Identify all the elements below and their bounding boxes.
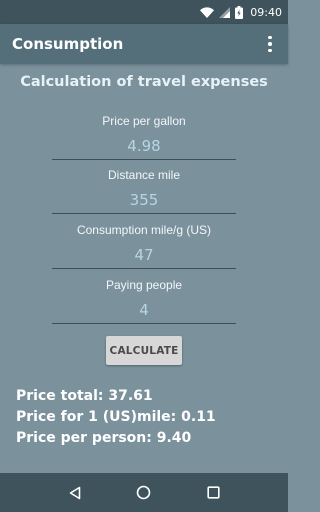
consumption-field: Consumption mile/g (US) <box>52 223 236 269</box>
price-per-person-text: Price per person: 9.40 <box>16 430 192 446</box>
menu-dot <box>268 35 272 40</box>
back-icon[interactable] <box>61 479 89 507</box>
app-title: Consumption <box>12 35 124 53</box>
navigation-bar <box>0 473 288 512</box>
price-per-mile-text: Price for 1 (US)mile: 0.11 <box>16 409 216 425</box>
main-content: Calculation of travel expenses Price per… <box>0 64 288 473</box>
price-total-text: Price total: 37.61 <box>16 388 153 404</box>
menu-dot <box>268 42 272 46</box>
price-per-gallon-label: Price per gallon <box>102 114 186 128</box>
wifi-icon <box>200 6 215 18</box>
distance-input[interactable] <box>52 189 236 214</box>
paying-people-label: Paying people <box>105 278 183 292</box>
app-bar: Consumption <box>0 24 288 64</box>
battery-icon <box>235 5 244 19</box>
status-bar: 09:40 <box>0 0 288 24</box>
paying-people-field: Paying people <box>52 278 236 324</box>
distance-label: Distance mile <box>107 168 181 182</box>
results-panel: Price total: 37.61 Price for 1 (US)mile:… <box>16 386 276 449</box>
status-time: 09:40 <box>250 5 282 19</box>
home-icon[interactable] <box>130 479 158 507</box>
recents-icon[interactable] <box>199 479 227 507</box>
signal-icon <box>219 6 231 18</box>
overflow-menu-icon[interactable] <box>262 32 278 56</box>
menu-dot <box>268 48 272 53</box>
consumption-label: Consumption mile/g (US) <box>76 223 212 237</box>
distance-field: Distance mile <box>52 168 236 214</box>
page-heading: Calculation of travel expenses <box>20 74 268 90</box>
price-per-gallon-input[interactable] <box>52 135 236 160</box>
paying-people-input[interactable] <box>52 299 236 324</box>
calculate-button[interactable]: CALCULATE <box>106 336 182 365</box>
consumption-input[interactable] <box>52 244 236 269</box>
price-per-gallon-field: Price per gallon <box>52 114 236 160</box>
